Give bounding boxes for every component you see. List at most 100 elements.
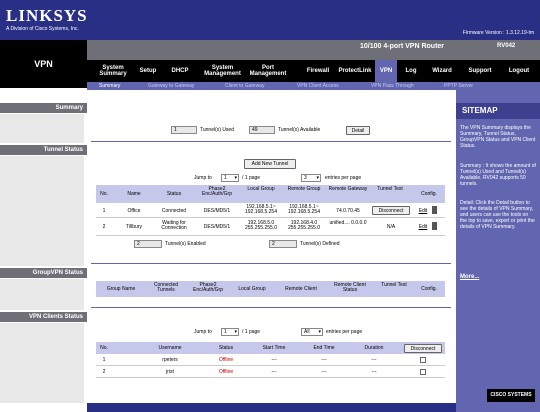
sitemap-title: SITEMAP (456, 103, 540, 119)
tunnels-available-label: Tunnel(s) Available (278, 127, 321, 133)
page-suffix: / 1 page (242, 329, 261, 335)
divider (91, 141, 451, 142)
model-name: RV042 (497, 43, 516, 49)
trash-icon[interactable] (432, 206, 437, 214)
col-username: Username (158, 345, 182, 351)
col-tunnel-test: Tunnel Test (381, 282, 407, 288)
row-status: Waiting for Connection (161, 220, 187, 231)
more-link[interactable]: More... (460, 274, 479, 280)
nav-protectlink[interactable]: ProtectLink (335, 60, 375, 82)
row-status: Connected (161, 208, 187, 214)
clients-page-select[interactable]: 1 (221, 328, 239, 336)
tunnels-enabled-field: 2 (134, 240, 162, 248)
col-name: Name (127, 191, 141, 197)
col-tunnel-test: Tunnel Test (377, 186, 403, 192)
entries-suffix: entries per page (326, 329, 363, 335)
subnav-pptp-server[interactable]: PPTP Server (444, 83, 473, 89)
nav-setup[interactable]: Setup (136, 60, 160, 82)
nav-firewall[interactable]: Firewall (301, 60, 335, 82)
col-phase2: Phase2 Enc/Auth/Grp (201, 186, 232, 197)
row-remote-group: 192.168.4.0 255.255.255.0 (288, 220, 320, 231)
nav-vpn[interactable]: VPN (375, 60, 397, 82)
left-spacer (0, 156, 84, 266)
divider (91, 263, 451, 264)
router-name: 10/100 4-port VPN Router (360, 43, 445, 50)
subnav-gateway-to-gateway[interactable]: Gateway to Gateway (148, 83, 194, 89)
nav-system-summary[interactable]: System Summary (90, 60, 136, 82)
col-start-time: Start Time (262, 345, 286, 351)
tunnels-available-field: 49 (249, 126, 275, 134)
label-vpn-clients-status: VPN Clients Status (0, 312, 87, 322)
row-remote-group: 192.168.5.1~ 192.168.5.254 (288, 204, 320, 215)
nav-dhcp[interactable]: DHCP (160, 60, 200, 82)
logo-subtitle: A Division of Cisco Systems, Inc. (6, 26, 79, 32)
disconnect-clients-button[interactable]: Disconnect (404, 344, 442, 353)
sitemap-paragraph: Summary : It shows the amount of Tunnel(… (460, 163, 536, 187)
linksys-logo: LINKSYS (6, 6, 88, 25)
row-end-time: --- (321, 357, 327, 363)
col-status: Status (218, 345, 234, 351)
col-group-name: Group Name (106, 286, 136, 292)
disconnect-tunnel-button[interactable]: Disconnect (372, 206, 410, 215)
nav-wizard[interactable]: Wizard (425, 60, 459, 82)
cisco-logo: CISCO SYSTEMS (487, 389, 535, 402)
sitemap-paragraph: The VPN Summary displays the Summary, Tu… (460, 125, 536, 149)
col-remote-client: Remote Client (285, 286, 317, 292)
row-select-checkbox[interactable] (420, 357, 426, 363)
col-end-time: End Time (313, 345, 335, 351)
row-no: 2 (102, 224, 106, 230)
tunnel-page-select[interactable]: 1 (221, 174, 239, 182)
row-duration: --- (371, 357, 377, 363)
jump-to-label: Jump to (194, 329, 212, 335)
row-no: 2 (102, 369, 106, 375)
firmware-version: Firmware Version : 1.3.12.19-tm (462, 30, 534, 36)
edit-link[interactable]: Edit (416, 209, 430, 214)
tunnels-used-field: 1 (171, 126, 197, 134)
nav-logout[interactable]: Logout (500, 60, 538, 82)
page-suffix: / 1 page (242, 175, 261, 181)
detail-button[interactable]: Detail (346, 126, 370, 135)
row-phase2: DES/MD5/1 (203, 208, 231, 214)
col-remote-group: Remote Group (287, 186, 321, 192)
bottom-bar (87, 403, 456, 412)
nav-port-management[interactable]: Port Management (245, 60, 291, 82)
col-remote-client-status: Remote Client Status (334, 282, 366, 293)
nav-log[interactable]: Log (399, 60, 423, 82)
nav-system-management[interactable]: System Management (200, 60, 245, 82)
divider (91, 307, 451, 308)
row-no: 1 (102, 208, 106, 214)
subnav-vpn-client-access[interactable]: VPN Client Access (297, 83, 339, 89)
col-local-group: Local Group (247, 186, 275, 192)
row-local-group: 192.168.5.1~ 192.168.5.254 (245, 204, 277, 215)
row-start-time: --- (271, 369, 277, 375)
tunnels-used-label: Tunnel(s) Used (200, 127, 234, 133)
row-end-time: --- (321, 369, 327, 375)
label-summary: Summary (0, 103, 87, 113)
sitemap-paragraph: Detail: Click the Detail button to see t… (460, 200, 535, 230)
subnav-client-to-gateway[interactable]: Client to Gateway (225, 83, 264, 89)
row-local-group: 192.168.5.0 255.255.255.0 (245, 220, 277, 231)
row-no: 1 (102, 357, 106, 363)
nav-support[interactable]: Support (462, 60, 498, 82)
label-groupvpn-status: GroupVPN Status (0, 268, 87, 278)
tunnel-entries-select[interactable]: 3 (301, 174, 321, 182)
row-start-time: --- (271, 357, 277, 363)
col-duration: Duration (364, 345, 384, 351)
entries-suffix: entries per page (325, 175, 362, 181)
clients-entries-select[interactable]: All (301, 328, 323, 336)
col-no: No. (100, 191, 108, 197)
subnav-summary[interactable]: Summary (99, 83, 120, 89)
row-username: jrist (166, 369, 174, 375)
left-spacer (0, 279, 84, 310)
row-select-checkbox[interactable] (420, 369, 426, 375)
row-status: Offline (218, 357, 234, 363)
row-phase2: DES/MD5/1 (203, 224, 231, 230)
trash-icon[interactable] (432, 222, 437, 230)
subnav-vpn-pass-through[interactable]: VPN Pass Through (371, 83, 414, 89)
col-status: Status (166, 191, 182, 197)
col-config: Config. (421, 286, 437, 292)
edit-link[interactable]: Edit (416, 225, 430, 230)
left-spacer (0, 114, 84, 143)
add-new-tunnel-button[interactable]: Add New Tunnel (244, 159, 296, 169)
tunnels-enabled-label: Tunnel(s) Enabled (165, 241, 206, 247)
